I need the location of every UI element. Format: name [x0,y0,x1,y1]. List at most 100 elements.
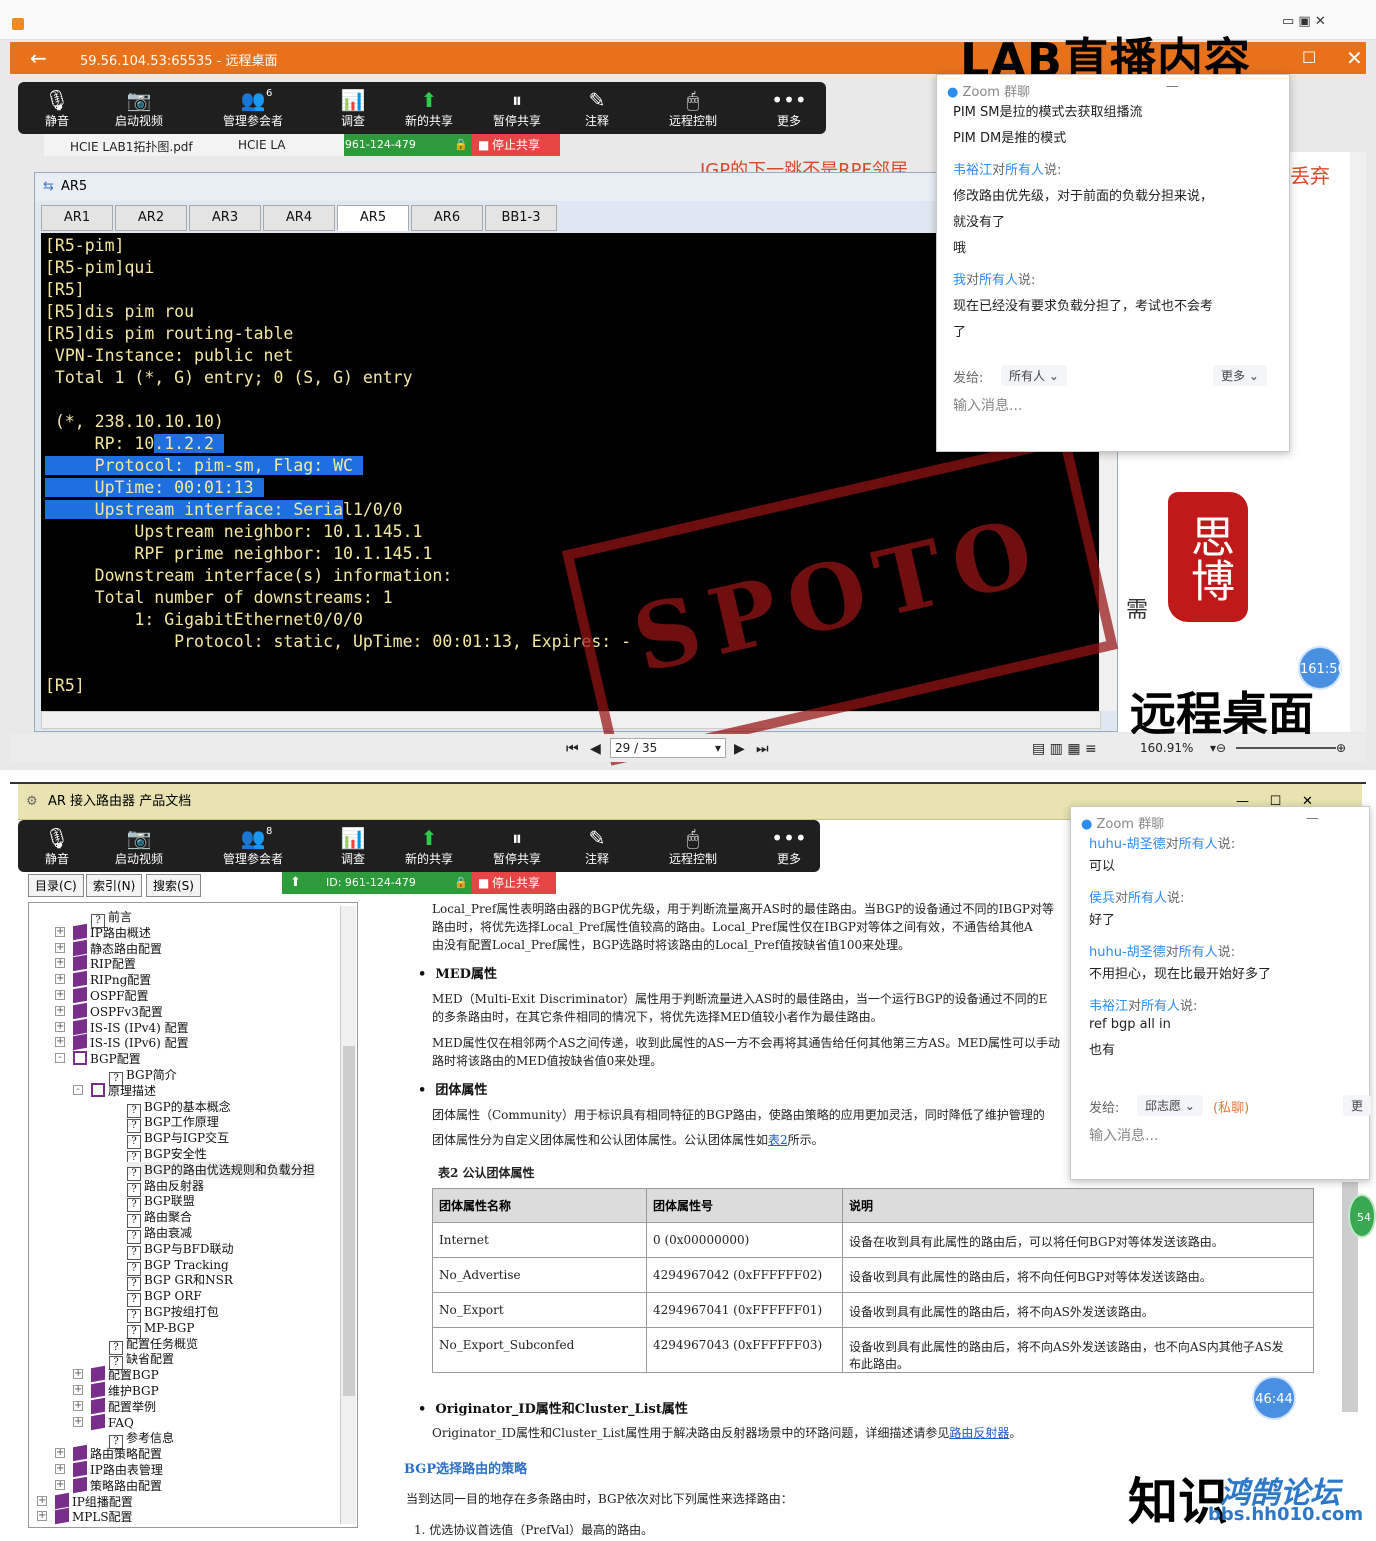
zoom-btn-5[interactable]: ⬆ 新的共享 [394,826,464,867]
zoom-btn-4[interactable]: 📊 调查 [318,88,388,129]
tree-expander[interactable]: + [73,1385,83,1395]
tab-index[interactable]: 索引(N) [86,874,143,897]
zoom-btn-4[interactable]: 📊 调查 [318,826,388,867]
terminal-hscroll[interactable] [41,711,1101,729]
tree-item[interactable]: 配置BGP [91,1365,159,1383]
tree-expander[interactable]: + [73,1416,83,1427]
zoom-btn-7[interactable]: ✎ 注释 [562,88,632,129]
route-reflector-link[interactable]: 路由反射器 [949,1426,1009,1440]
tree-expander[interactable]: + [37,1495,47,1506]
tree-expander[interactable]: + [55,958,65,969]
tree-item[interactable]: ? BGP简介 [109,1067,177,1086]
tab-search[interactable]: 搜索(S) [146,874,201,897]
tree-item[interactable]: ? BGP ORF [127,1288,202,1308]
file-tab-2[interactable]: HCIE LA [238,138,286,152]
chat-input[interactable]: 输入消息... [1089,1125,1158,1145]
zoom-btn-6[interactable]: ⏸ 暂停共享 [482,826,552,867]
tree-item[interactable]: RIP配置 [73,955,136,972]
window-controls[interactable]: ▭ ▣ ✕ [1282,14,1326,29]
tree-item[interactable]: IS-IS (IPv4) 配置 [73,1018,189,1036]
tab-ar4[interactable]: AR4 [263,205,335,231]
tab-ar5[interactable]: AR5 [337,205,409,231]
tree-expander[interactable]: + [55,974,65,985]
tree-expander[interactable]: + [55,1005,65,1016]
next-page-icon[interactable]: ▶ [734,741,745,757]
tree-item[interactable]: 配置举例 [91,1397,156,1415]
zoom-slider[interactable] [1236,747,1336,749]
send-to-select[interactable]: 所有人 ⌄ [1001,365,1067,386]
view-mode-icons[interactable]: ▤ ▥ ▦ ≡ [1032,741,1097,757]
tree-expander[interactable]: + [37,1511,47,1522]
tree-item[interactable]: 策略路由配置 [73,1476,162,1494]
tree-item[interactable]: ? 路由反射器 [127,1178,204,1197]
zoom-btn-3[interactable]: 👥 6 管理参会者 [218,88,288,129]
tree-expander[interactable]: + [55,1021,65,1032]
last-page-icon[interactable]: ⏭ [756,741,769,757]
zoom-btn-7[interactable]: ✎ 注释 [562,826,632,867]
tree-item[interactable]: ? BGP的基本概念 [127,1099,231,1118]
zoom-btn-1[interactable]: 🎙 静音 [22,88,92,129]
chat-minimize-icon[interactable]: — [1166,79,1179,94]
zoom-btn-9[interactable]: ••• 更多 [754,88,824,129]
more-button[interactable]: 更 [1343,1095,1372,1116]
chat-input[interactable]: 输入消息... [953,395,1022,415]
tab-contents[interactable]: 目录(C) [28,874,84,897]
tree-expander[interactable]: + [55,1448,65,1459]
zoom-out-icon[interactable]: ▾⊖ [1210,741,1226,755]
tree-item[interactable]: ? 参考信息 [109,1430,174,1450]
tree-item[interactable]: ? BGP与BFD联动 [127,1241,233,1260]
zoom-btn-1[interactable]: 🎙 静音 [22,826,92,867]
tree-expander[interactable]: + [73,1369,83,1380]
tree-item[interactable]: RIPng配置 [73,970,151,988]
zoom-btn-3[interactable]: 👥 8 管理参会者 [218,826,288,867]
tree-expander[interactable]: + [55,1464,65,1474]
file-tab-1[interactable]: HCIE LAB1拓扑图.pdf [70,138,193,155]
zoom-btn-2[interactable]: 📷 启动视频 [104,826,174,867]
tree-item[interactable]: ? 配置任务概览 [109,1336,198,1355]
maximize-icon[interactable]: ☐ [1302,48,1316,67]
zoom-btn-8[interactable]: 🖱 远程控制 [658,88,728,129]
tree-item[interactable]: IP路由概述 [73,923,151,941]
tree-item[interactable]: FAQ [91,1413,134,1431]
tree-item[interactable]: ? BGP与IGP交互 [127,1130,229,1150]
tree-expander[interactable]: + [55,990,65,1000]
send-to-select[interactable]: 邱志愿 ⌄ [1137,1095,1203,1116]
tree-scroll-thumb[interactable] [343,1046,355,1396]
zoom-btn-5[interactable]: ⬆ 新的共享 [394,88,464,129]
zoom-in-icon[interactable]: ⊕ [1336,741,1346,755]
tree-item[interactable]: ? BGP安全性 [127,1146,207,1165]
tree-item[interactable]: OSPFv3配置 [73,1002,163,1020]
stop-share-button[interactable]: ■ 停止共享 [472,134,560,156]
tree-item[interactable]: ? BGP Tracking [127,1257,229,1276]
tree-expander[interactable]: - [55,1053,65,1064]
tree-item[interactable]: ? BGP的路由优选规则和负载分担 [127,1161,315,1181]
close-icon[interactable]: ✕ [1346,46,1363,70]
tab-ar6[interactable]: AR6 [411,205,483,231]
tree-item[interactable]: ? BGP工作原理 [127,1114,219,1134]
page-input[interactable]: 29 / 35 ▾ [610,738,726,758]
tab-ar3[interactable]: AR3 [189,205,261,231]
pdf-scrollbar[interactable] [1350,152,1366,732]
tree-item[interactable]: ? BGP按组打包 [127,1304,219,1323]
more-button[interactable]: 更多 ⌄ [1213,365,1267,386]
chat-minimize-icon[interactable]: — [1306,811,1319,826]
tree-expander[interactable]: + [73,1400,83,1411]
back-arrow-icon[interactable]: ← [30,46,47,70]
zoom-btn-8[interactable]: 🖱 远程控制 [658,826,728,867]
tree-item[interactable]: ? MP-BGP [127,1320,194,1339]
stop-share-button-bottom[interactable]: ■ 停止共享 [472,872,556,894]
tree-item[interactable]: IS-IS (IPv6) 配置 [73,1034,189,1051]
tree-item[interactable]: ? 路由聚合 [127,1209,192,1229]
zoom-btn-6[interactable]: ⏸ 暂停共享 [482,88,552,129]
first-page-icon[interactable]: ⏮ [566,741,579,757]
tree-item[interactable]: IP路由表管理 [73,1460,163,1478]
tree-item[interactable]: MPLS配置 [55,1508,133,1525]
tree-expander[interactable]: + [55,926,65,937]
tree-item[interactable]: BGP配置 [73,1051,141,1067]
tree-item[interactable]: OSPF配置 [73,986,148,1004]
prev-page-icon[interactable]: ◀ [590,741,601,757]
tree-item[interactable]: ? 前言 [91,909,132,928]
tab-ar2[interactable]: AR2 [115,205,187,231]
tree-expander[interactable]: + [55,1479,65,1490]
tree-item[interactable]: ? BGP GR和NSR [127,1272,233,1292]
